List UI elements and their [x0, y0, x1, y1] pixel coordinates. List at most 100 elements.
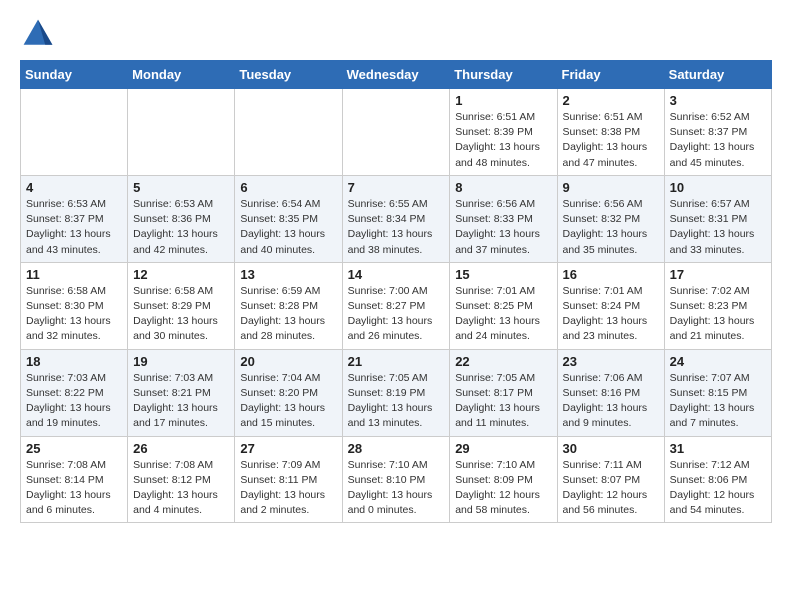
- day-number: 18: [26, 354, 122, 369]
- calendar-cell: 6 Sunrise: 6:54 AM Sunset: 8:35 PM Daylig…: [235, 175, 342, 262]
- day-number: 17: [670, 267, 766, 282]
- day-info: Sunrise: 7:10 AM Sunset: 8:10 PM Dayligh…: [348, 458, 445, 519]
- calendar-cell: 10 Sunrise: 6:57 AM Sunset: 8:31 PM Dayli…: [664, 175, 771, 262]
- day-info: Sunrise: 7:05 AM Sunset: 8:17 PM Dayligh…: [455, 371, 551, 432]
- day-number: 14: [348, 267, 445, 282]
- calendar-cell: 8Sunrise: 6:56 AM Sunset: 8:33 PM Daylig…: [450, 175, 557, 262]
- day-info: Sunrise: 6:55 AM Sunset: 8:34 PM Dayligh…: [348, 197, 445, 258]
- calendar-cell: [128, 89, 235, 176]
- calendar-cell: 4 Sunrise: 6:53 AM Sunset: 8:37 PM Daylig…: [21, 175, 128, 262]
- calendar-week-2: 4 Sunrise: 6:53 AM Sunset: 8:37 PM Daylig…: [21, 175, 772, 262]
- day-number: 15: [455, 267, 551, 282]
- calendar-cell: 23 Sunrise: 7:06 AM Sunset: 8:16 PM Dayli…: [557, 349, 664, 436]
- calendar-cell: 5 Sunrise: 6:53 AM Sunset: 8:36 PM Daylig…: [128, 175, 235, 262]
- day-number: 9: [563, 180, 659, 195]
- day-number: 6: [240, 180, 336, 195]
- day-number: 13: [240, 267, 336, 282]
- day-number: 30: [563, 441, 659, 456]
- calendar-cell: 24Sunrise: 7:07 AM Sunset: 8:15 PM Dayli…: [664, 349, 771, 436]
- day-info: Sunrise: 7:08 AM Sunset: 8:14 PM Dayligh…: [26, 458, 122, 519]
- day-info: Sunrise: 6:58 AM Sunset: 8:30 PM Dayligh…: [26, 284, 122, 345]
- day-number: 12: [133, 267, 229, 282]
- calendar-cell: 7 Sunrise: 6:55 AM Sunset: 8:34 PM Daylig…: [342, 175, 450, 262]
- day-number: 20: [240, 354, 336, 369]
- day-info: Sunrise: 6:57 AM Sunset: 8:31 PM Dayligh…: [670, 197, 766, 258]
- calendar-cell: 2 Sunrise: 6:51 AM Sunset: 8:38 PM Daylig…: [557, 89, 664, 176]
- calendar-cell: 17 Sunrise: 7:02 AM Sunset: 8:23 PM Dayli…: [664, 262, 771, 349]
- day-number: 2: [563, 93, 659, 108]
- calendar-header-friday: Friday: [557, 61, 664, 89]
- day-number: 29: [455, 441, 551, 456]
- day-info: Sunrise: 7:12 AM Sunset: 8:06 PM Dayligh…: [670, 458, 766, 519]
- calendar-header-saturday: Saturday: [664, 61, 771, 89]
- calendar-cell: 26Sunrise: 7:08 AM Sunset: 8:12 PM Dayli…: [128, 436, 235, 523]
- calendar-cell: 3Sunrise: 6:52 AM Sunset: 8:37 PM Daylig…: [664, 89, 771, 176]
- calendar-cell: 22 Sunrise: 7:05 AM Sunset: 8:17 PM Dayli…: [450, 349, 557, 436]
- calendar-week-1: 1Sunrise: 6:51 AM Sunset: 8:39 PM Daylig…: [21, 89, 772, 176]
- page-header: [20, 16, 772, 52]
- day-number: 5: [133, 180, 229, 195]
- calendar-cell: 29 Sunrise: 7:10 AM Sunset: 8:09 PM Dayli…: [450, 436, 557, 523]
- day-number: 8: [455, 180, 551, 195]
- calendar-cell: 15Sunrise: 7:01 AM Sunset: 8:25 PM Dayli…: [450, 262, 557, 349]
- day-number: 22: [455, 354, 551, 369]
- day-number: 16: [563, 267, 659, 282]
- day-info: Sunrise: 7:08 AM Sunset: 8:12 PM Dayligh…: [133, 458, 229, 519]
- calendar-cell: [21, 89, 128, 176]
- day-info: Sunrise: 7:03 AM Sunset: 8:22 PM Dayligh…: [26, 371, 122, 432]
- calendar-cell: 9 Sunrise: 6:56 AM Sunset: 8:32 PM Daylig…: [557, 175, 664, 262]
- calendar-cell: [342, 89, 450, 176]
- calendar-cell: 16 Sunrise: 7:01 AM Sunset: 8:24 PM Dayli…: [557, 262, 664, 349]
- calendar-cell: 21 Sunrise: 7:05 AM Sunset: 8:19 PM Dayli…: [342, 349, 450, 436]
- day-number: 27: [240, 441, 336, 456]
- calendar-table: SundayMondayTuesdayWednesdayThursdayFrid…: [20, 60, 772, 523]
- calendar-header-tuesday: Tuesday: [235, 61, 342, 89]
- day-info: Sunrise: 7:05 AM Sunset: 8:19 PM Dayligh…: [348, 371, 445, 432]
- day-info: Sunrise: 7:11 AM Sunset: 8:07 PM Dayligh…: [563, 458, 659, 519]
- day-number: 19: [133, 354, 229, 369]
- calendar-cell: 27 Sunrise: 7:09 AM Sunset: 8:11 PM Dayli…: [235, 436, 342, 523]
- day-info: Sunrise: 7:09 AM Sunset: 8:11 PM Dayligh…: [240, 458, 336, 519]
- calendar-week-5: 25 Sunrise: 7:08 AM Sunset: 8:14 PM Dayli…: [21, 436, 772, 523]
- day-info: Sunrise: 6:53 AM Sunset: 8:36 PM Dayligh…: [133, 197, 229, 258]
- day-info: Sunrise: 6:56 AM Sunset: 8:32 PM Dayligh…: [563, 197, 659, 258]
- day-number: 1: [455, 93, 551, 108]
- day-info: Sunrise: 7:04 AM Sunset: 8:20 PM Dayligh…: [240, 371, 336, 432]
- day-info: Sunrise: 6:53 AM Sunset: 8:37 PM Dayligh…: [26, 197, 122, 258]
- day-info: Sunrise: 6:54 AM Sunset: 8:35 PM Dayligh…: [240, 197, 336, 258]
- calendar-header-thursday: Thursday: [450, 61, 557, 89]
- calendar-cell: 19 Sunrise: 7:03 AM Sunset: 8:21 PM Dayli…: [128, 349, 235, 436]
- calendar-cell: 30 Sunrise: 7:11 AM Sunset: 8:07 PM Dayli…: [557, 436, 664, 523]
- calendar-cell: 25 Sunrise: 7:08 AM Sunset: 8:14 PM Dayli…: [21, 436, 128, 523]
- day-info: Sunrise: 7:02 AM Sunset: 8:23 PM Dayligh…: [670, 284, 766, 345]
- calendar-header-row: SundayMondayTuesdayWednesdayThursdayFrid…: [21, 61, 772, 89]
- day-info: Sunrise: 7:07 AM Sunset: 8:15 PM Dayligh…: [670, 371, 766, 432]
- day-number: 25: [26, 441, 122, 456]
- calendar-week-4: 18 Sunrise: 7:03 AM Sunset: 8:22 PM Dayli…: [21, 349, 772, 436]
- calendar-week-3: 11 Sunrise: 6:58 AM Sunset: 8:30 PM Dayli…: [21, 262, 772, 349]
- calendar-cell: 13 Sunrise: 6:59 AM Sunset: 8:28 PM Dayli…: [235, 262, 342, 349]
- day-info: Sunrise: 7:03 AM Sunset: 8:21 PM Dayligh…: [133, 371, 229, 432]
- day-info: Sunrise: 7:10 AM Sunset: 8:09 PM Dayligh…: [455, 458, 551, 519]
- day-number: 23: [563, 354, 659, 369]
- logo-icon: [20, 16, 56, 52]
- calendar-cell: 28 Sunrise: 7:10 AM Sunset: 8:10 PM Dayli…: [342, 436, 450, 523]
- day-number: 4: [26, 180, 122, 195]
- calendar-header-wednesday: Wednesday: [342, 61, 450, 89]
- day-info: Sunrise: 6:52 AM Sunset: 8:37 PM Dayligh…: [670, 110, 766, 171]
- day-info: Sunrise: 6:51 AM Sunset: 8:38 PM Dayligh…: [563, 110, 659, 171]
- day-number: 10: [670, 180, 766, 195]
- logo: [20, 16, 60, 52]
- calendar-cell: 1Sunrise: 6:51 AM Sunset: 8:39 PM Daylig…: [450, 89, 557, 176]
- day-number: 28: [348, 441, 445, 456]
- day-number: 11: [26, 267, 122, 282]
- day-info: Sunrise: 6:59 AM Sunset: 8:28 PM Dayligh…: [240, 284, 336, 345]
- calendar-cell: 12Sunrise: 6:58 AM Sunset: 8:29 PM Dayli…: [128, 262, 235, 349]
- day-info: Sunrise: 7:06 AM Sunset: 8:16 PM Dayligh…: [563, 371, 659, 432]
- calendar-cell: 14Sunrise: 7:00 AM Sunset: 8:27 PM Dayli…: [342, 262, 450, 349]
- calendar-cell: 18 Sunrise: 7:03 AM Sunset: 8:22 PM Dayli…: [21, 349, 128, 436]
- calendar-header-sunday: Sunday: [21, 61, 128, 89]
- day-info: Sunrise: 7:01 AM Sunset: 8:24 PM Dayligh…: [563, 284, 659, 345]
- day-number: 21: [348, 354, 445, 369]
- day-number: 7: [348, 180, 445, 195]
